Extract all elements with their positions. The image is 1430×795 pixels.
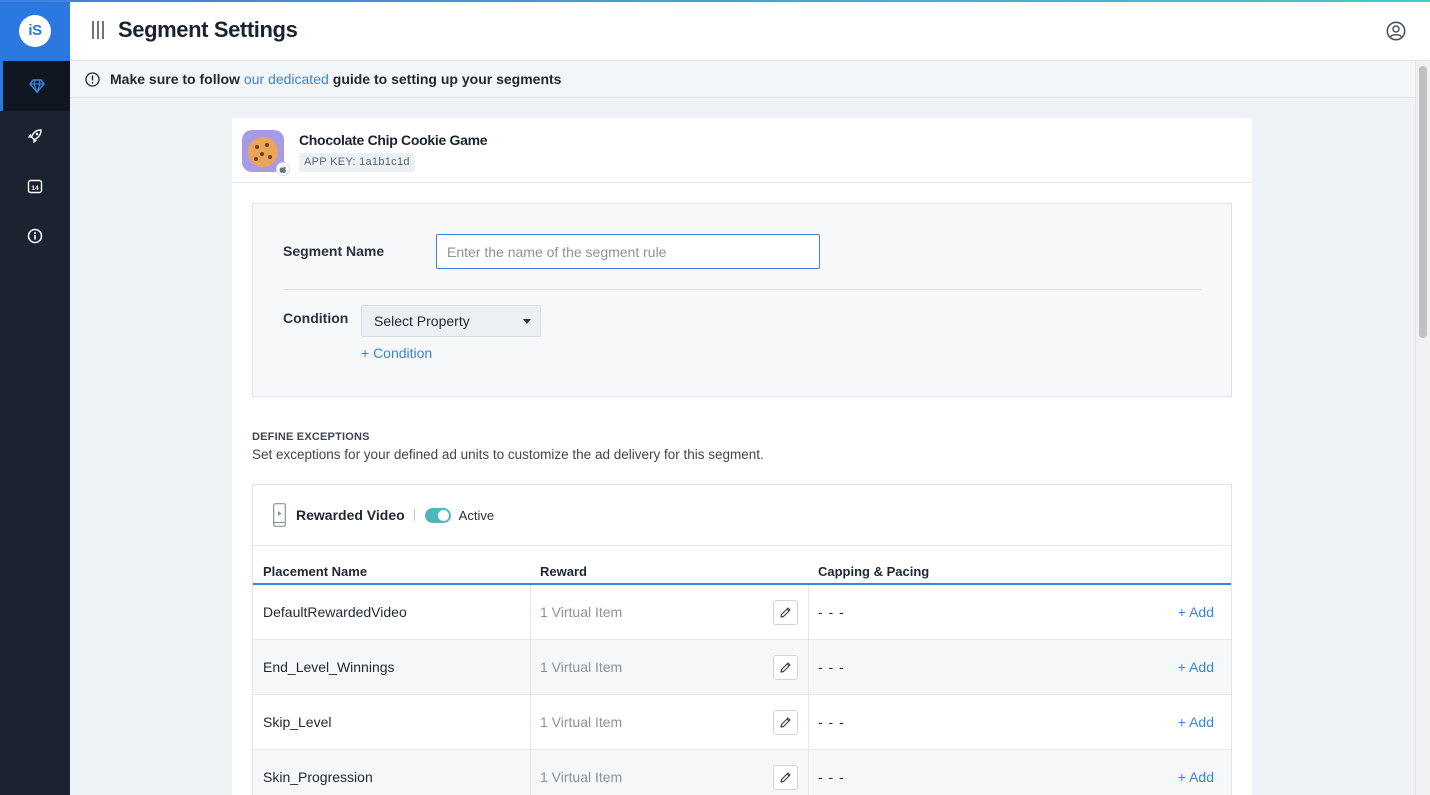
placement-name: End_Level_Winnings bbox=[263, 659, 395, 675]
placement-name: Skin_Progression bbox=[263, 769, 373, 785]
top-header: Segment Settings bbox=[70, 0, 1430, 61]
column-placement-name: Placement Name bbox=[263, 564, 368, 579]
sidebar-item-calendar[interactable]: 14 bbox=[0, 161, 70, 211]
capping-value: - - - bbox=[818, 769, 845, 785]
pencil-icon bbox=[780, 607, 791, 618]
placement-table-header: Placement Name Reward Capping & Pacing bbox=[253, 545, 1231, 585]
rewarded-video-header: Rewarded Video Active bbox=[253, 485, 1231, 545]
segment-definition-box: Segment Name Condition Select Property +… bbox=[252, 203, 1232, 397]
info-icon bbox=[27, 228, 43, 244]
reward-value: 1 Virtual Item bbox=[540, 714, 623, 730]
top-accent-line bbox=[0, 0, 1430, 2]
edit-reward-button[interactable] bbox=[773, 765, 798, 790]
sidebar-item-monetize[interactable] bbox=[0, 61, 70, 111]
user-account-icon[interactable] bbox=[1386, 21, 1406, 41]
rewarded-video-section: Rewarded Video Active Placement Name Rew… bbox=[252, 484, 1232, 795]
edit-reward-button[interactable] bbox=[773, 655, 798, 680]
brand-logo[interactable]: iS bbox=[0, 0, 70, 61]
mobile-video-icon bbox=[273, 503, 286, 527]
active-status-label: Active bbox=[458, 507, 495, 523]
cookie-icon bbox=[248, 137, 278, 167]
page-scrollbar[interactable] bbox=[1415, 62, 1430, 795]
sidebar-item-promote[interactable] bbox=[0, 111, 70, 161]
rocket-icon bbox=[27, 129, 42, 144]
segment-divider bbox=[283, 289, 1201, 290]
select-property-dropdown[interactable]: Select Property bbox=[361, 305, 541, 337]
pencil-icon bbox=[780, 772, 791, 783]
page-title: Segment Settings bbox=[118, 17, 298, 42]
exceptions-description: Set exceptions for your defined ad units… bbox=[252, 447, 764, 462]
segment-name-input[interactable] bbox=[436, 234, 820, 269]
notice-prefix: Make sure to follow bbox=[110, 71, 240, 87]
notice-guide-link[interactable]: our dedicated bbox=[244, 71, 329, 87]
table-row: Skip_Level 1 Virtual Item - - - + Add bbox=[253, 695, 1231, 750]
capping-value: - - - bbox=[818, 714, 845, 730]
rewarded-video-title: Rewarded Video bbox=[296, 507, 405, 523]
app-name: Chocolate Chip Cookie Game bbox=[299, 132, 488, 148]
active-toggle[interactable] bbox=[424, 507, 451, 523]
alert-circle-icon bbox=[85, 71, 100, 87]
sidebar: iS 14 bbox=[0, 0, 70, 795]
add-capping-link[interactable]: + Add bbox=[1178, 604, 1214, 620]
menu-toggle-icon[interactable] bbox=[92, 21, 106, 39]
app-card: Chocolate Chip Cookie Game APP KEY: 1a1b… bbox=[232, 118, 1252, 183]
select-property-value: Select Property bbox=[374, 313, 470, 329]
add-capping-link[interactable]: + Add bbox=[1178, 769, 1214, 785]
condition-label: Condition bbox=[283, 310, 349, 326]
edit-reward-button[interactable] bbox=[773, 600, 798, 625]
sidebar-item-info[interactable] bbox=[0, 211, 70, 261]
table-row: End_Level_Winnings 1 Virtual Item - - - … bbox=[253, 640, 1231, 695]
placement-name: DefaultRewardedVideo bbox=[263, 604, 407, 620]
exceptions-title: DEFINE EXCEPTIONS bbox=[252, 431, 370, 443]
reward-value: 1 Virtual Item bbox=[540, 604, 623, 620]
app-key-badge: APP KEY: 1a1b1c1d bbox=[299, 153, 415, 172]
capping-value: - - - bbox=[818, 604, 845, 620]
column-capping-pacing: Capping & Pacing bbox=[818, 564, 930, 579]
capping-value: - - - bbox=[818, 659, 845, 675]
pencil-icon bbox=[780, 717, 791, 728]
reward-value: 1 Virtual Item bbox=[540, 769, 623, 785]
segment-name-label: Segment Name bbox=[283, 243, 385, 259]
add-condition-link[interactable]: + Condition bbox=[361, 345, 432, 361]
info-notice: Make sure to follow our dedicated guide … bbox=[70, 61, 1430, 98]
app-icon bbox=[242, 130, 290, 176]
logo-mark: iS bbox=[19, 14, 51, 47]
edit-reward-button[interactable] bbox=[773, 710, 798, 735]
add-capping-link[interactable]: + Add bbox=[1178, 714, 1214, 730]
add-capping-link[interactable]: + Add bbox=[1178, 659, 1214, 675]
pencil-icon bbox=[780, 662, 791, 673]
reward-value: 1 Virtual Item bbox=[540, 659, 623, 675]
notice-suffix: guide to setting up your segments bbox=[332, 71, 562, 87]
table-row: DefaultRewardedVideo 1 Virtual Item - - … bbox=[253, 585, 1231, 640]
title-separator bbox=[413, 509, 415, 521]
svg-text:14: 14 bbox=[31, 185, 39, 192]
caret-down-icon bbox=[523, 319, 531, 324]
scrollbar-thumb[interactable] bbox=[1419, 66, 1427, 338]
segment-settings-panel: Segment Name Condition Select Property +… bbox=[232, 183, 1252, 795]
table-row: Skin_Progression 1 Virtual Item - - - + … bbox=[253, 750, 1231, 795]
calendar-icon: 14 bbox=[27, 179, 43, 194]
column-reward: Reward bbox=[540, 564, 587, 579]
placement-name: Skip_Level bbox=[263, 714, 332, 730]
diamond-icon bbox=[28, 79, 45, 94]
ios-platform-icon bbox=[276, 162, 290, 176]
